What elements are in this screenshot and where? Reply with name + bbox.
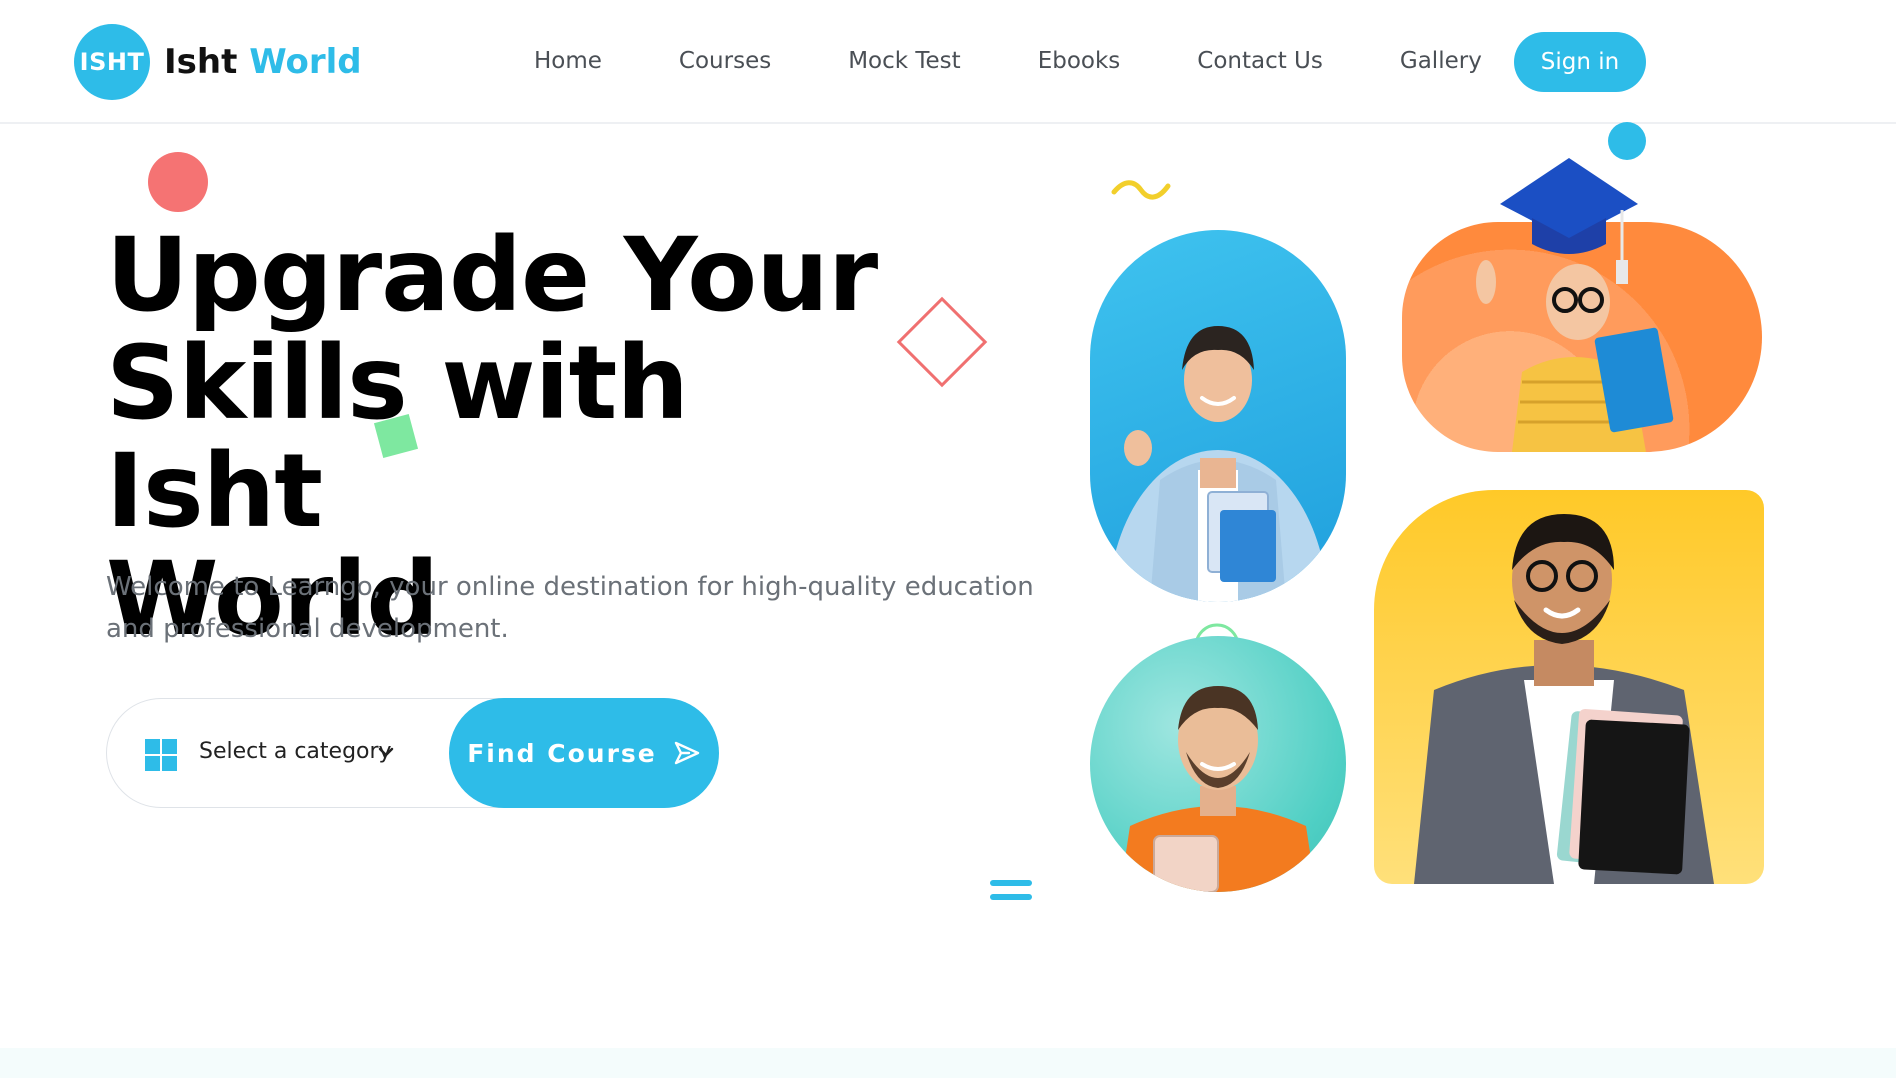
logo-badge-icon: ISHT	[74, 24, 150, 100]
nav-gallery[interactable]: Gallery	[1400, 48, 1482, 74]
nav-ebooks[interactable]: Ebooks	[1038, 48, 1121, 74]
site-header: ISHT Isht World Home Courses Mock Test E…	[0, 0, 1896, 124]
student-photo-man-thumbs-up	[1090, 230, 1346, 602]
chevron-down-icon[interactable]	[375, 741, 397, 763]
sign-in-button[interactable]: Sign in	[1514, 32, 1646, 92]
decorative-squiggle-icon	[1111, 180, 1171, 200]
send-icon	[674, 741, 699, 765]
hero-subtitle: Welcome to Learngo, your online destinat…	[106, 572, 1034, 644]
brand-name: Isht World	[164, 42, 362, 82]
category-select[interactable]: Select a category	[199, 739, 392, 764]
person-illustration	[1120, 686, 1316, 892]
student-photo-man-orange-sweater	[1090, 636, 1346, 892]
nav-home[interactable]: Home	[534, 48, 602, 74]
nav-courses[interactable]: Courses	[679, 48, 771, 74]
find-course-button[interactable]: Find Course	[449, 698, 719, 808]
brand-name-part2: World	[249, 42, 362, 82]
grid-icon	[145, 739, 177, 771]
nav-contact-us[interactable]: Contact Us	[1197, 48, 1323, 74]
hero-title-line1: Upgrade Your	[106, 216, 878, 335]
student-photo-man-blazer-books	[1374, 490, 1764, 884]
main-nav: Home Courses Mock Test Ebooks Contact Us…	[534, 48, 1482, 74]
next-section-edge	[0, 1048, 1896, 1078]
decorative-bars-icon	[990, 880, 1032, 906]
brand-name-part1: Isht	[164, 42, 238, 82]
graduation-cap-icon	[1500, 158, 1638, 284]
person-illustration	[1108, 326, 1328, 602]
decorative-red-dot	[148, 152, 208, 212]
brand-logo[interactable]: ISHT Isht World	[74, 24, 362, 100]
course-search-bar: Select a category Find Course	[106, 698, 719, 808]
nav-mock-test[interactable]: Mock Test	[848, 48, 960, 74]
page: ISHT Isht World Home Courses Mock Test E…	[0, 0, 1896, 1078]
person-illustration	[1414, 514, 1714, 884]
find-course-label: Find Course	[467, 738, 657, 768]
decorative-blue-dot	[1608, 122, 1646, 160]
